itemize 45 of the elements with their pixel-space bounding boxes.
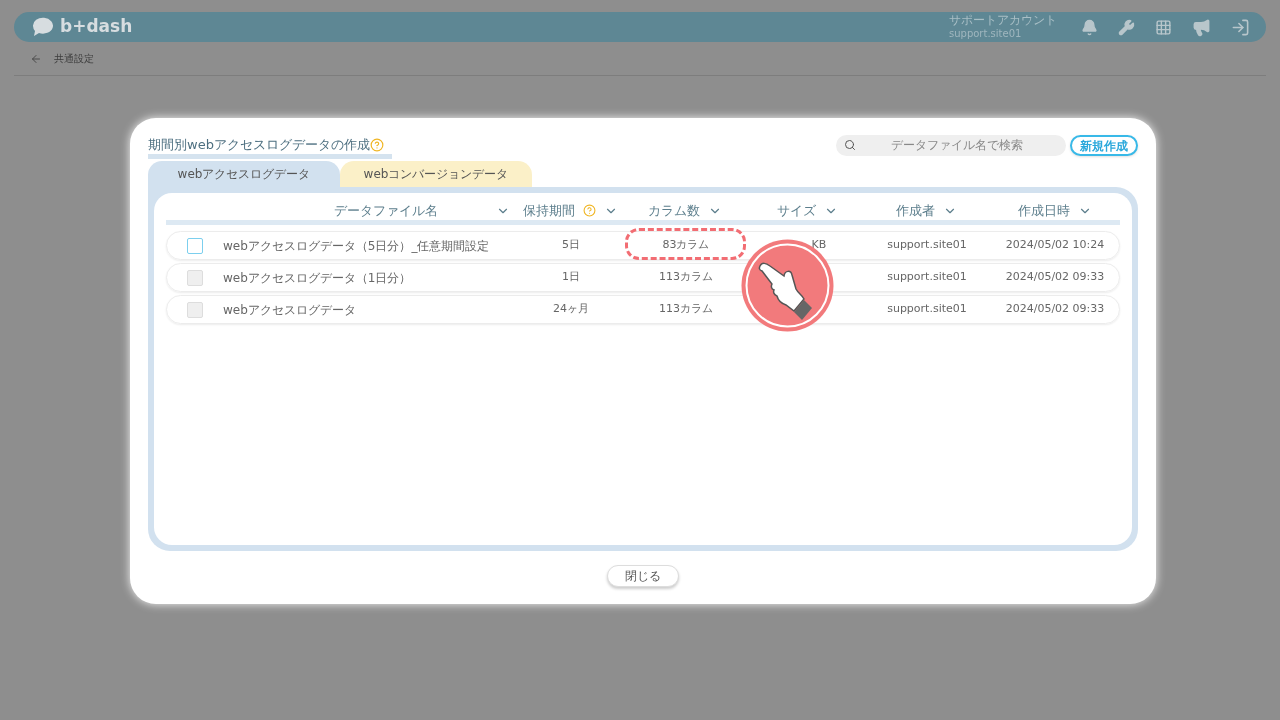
column-count: 113カラム (659, 270, 713, 284)
new-button[interactable]: 新規作成 (1070, 134, 1138, 156)
created-at: 2024/05/02 09:33 (1005, 270, 1105, 284)
tab[interactable]: webコンバージョンデータ (340, 161, 532, 187)
author: support.site01 (887, 302, 967, 316)
column-header[interactable]: カラム数 (648, 201, 700, 221)
search-field[interactable]: データファイル名で検索 (836, 134, 1066, 156)
modal-title: 期間別webアクセスログデータの作成 (148, 135, 370, 154)
row-checkbox[interactable] (187, 237, 203, 254)
created-at: 2024/05/02 10:24 (1005, 238, 1105, 252)
retention-period: 1日 (562, 270, 580, 284)
column-header[interactable]: 保持期間 (522, 201, 575, 221)
logo-icon (30, 17, 56, 37)
tab[interactable]: webアクセスログデータ (148, 161, 340, 187)
file-name: webアクセスログデータ（5日分）_任意期間設定 (223, 238, 490, 253)
search-icon (844, 139, 856, 151)
column-count: 113カラム (659, 302, 713, 316)
account-label: サポートアカウント (949, 13, 1057, 29)
bell-icon[interactable] (1081, 18, 1098, 36)
pointing-hand-icon (740, 238, 835, 333)
retention-period: 5日 (562, 238, 580, 252)
file-size: KB (811, 238, 827, 252)
file-name: webアクセスログデータ（1日分） (223, 270, 412, 285)
breadcrumb-label[interactable]: 共通設定 (54, 51, 94, 66)
author: support.site01 (887, 270, 967, 284)
grid-icon[interactable] (1155, 18, 1172, 36)
search-input[interactable]: データファイル名で検索 (856, 136, 1058, 154)
retention-period: 24ヶ月 (553, 302, 589, 316)
author: support.site01 (887, 238, 967, 252)
column-header[interactable]: 作成者 (895, 201, 935, 221)
close-button[interactable]: 閉じる (607, 565, 679, 587)
back-icon[interactable] (30, 52, 42, 65)
megaphone-icon[interactable] (1192, 17, 1211, 37)
file-name: webアクセスログデータ (223, 302, 356, 317)
column-header[interactable]: 作成日時 (1018, 201, 1070, 221)
help-icon[interactable] (582, 204, 596, 218)
column-count: 83カラム (662, 238, 710, 252)
column-header[interactable]: サイズ (776, 201, 816, 221)
created-at: 2024/05/02 09:33 (1005, 302, 1105, 316)
help-icon[interactable] (369, 137, 384, 152)
column-header[interactable]: データファイル名 (334, 201, 438, 221)
wrench-icon[interactable] (1118, 18, 1135, 36)
logo-text: b+dash (60, 15, 133, 39)
sign-out-icon[interactable] (1231, 17, 1250, 37)
account-id: support.site01 (949, 28, 1023, 41)
